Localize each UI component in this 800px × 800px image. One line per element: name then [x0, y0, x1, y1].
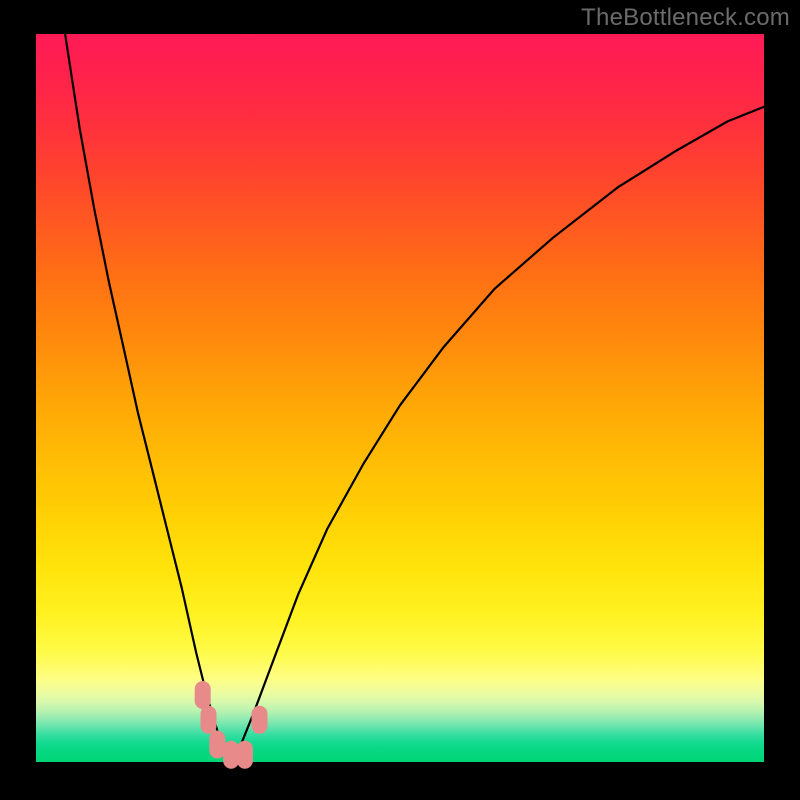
curve-marker-3: [223, 741, 239, 769]
chart-svg: [0, 0, 800, 800]
curve-marker-1: [201, 706, 217, 734]
gradient-panel: [36, 34, 764, 762]
curve-marker-2: [209, 731, 225, 759]
chart-stage: TheBottleneck.com: [0, 0, 800, 800]
curve-marker-0: [195, 681, 211, 709]
curve-marker-5: [252, 706, 268, 734]
curve-marker-4: [237, 741, 253, 769]
